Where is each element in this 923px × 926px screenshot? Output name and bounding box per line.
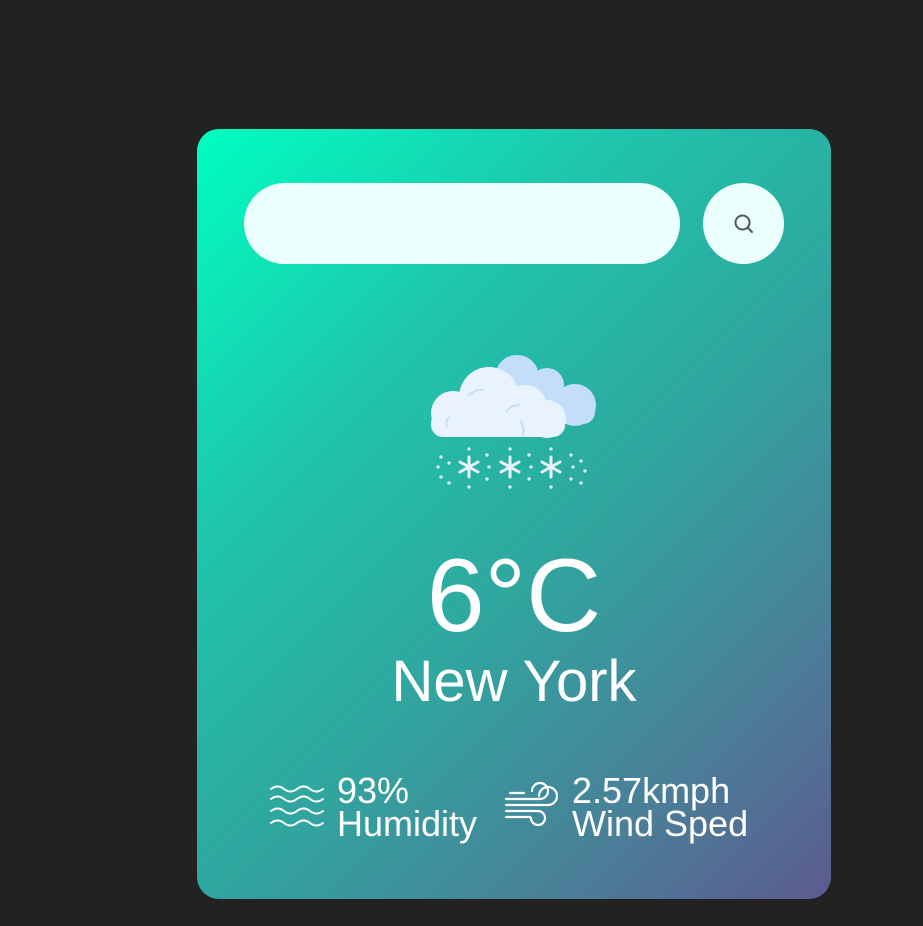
wind-icon xyxy=(504,781,559,827)
search-button[interactable] xyxy=(703,183,784,264)
humidity-waves-icon xyxy=(270,785,324,827)
weather-card: 6°C New York 93% Humidity 2.57kmph Wind … xyxy=(197,129,831,899)
snow-cloud-icon xyxy=(431,355,596,489)
search-input[interactable] xyxy=(244,183,680,264)
humidity-detail: 93% Humidity xyxy=(269,773,478,844)
wind-label: Wind Sped xyxy=(572,803,749,844)
wind-detail: 2.57kmph Wind Sped xyxy=(504,773,749,844)
temperature: 6°C xyxy=(426,538,602,654)
humidity-label: Humidity xyxy=(337,803,478,844)
search-icon xyxy=(734,214,753,233)
city-name: New York xyxy=(391,649,637,714)
